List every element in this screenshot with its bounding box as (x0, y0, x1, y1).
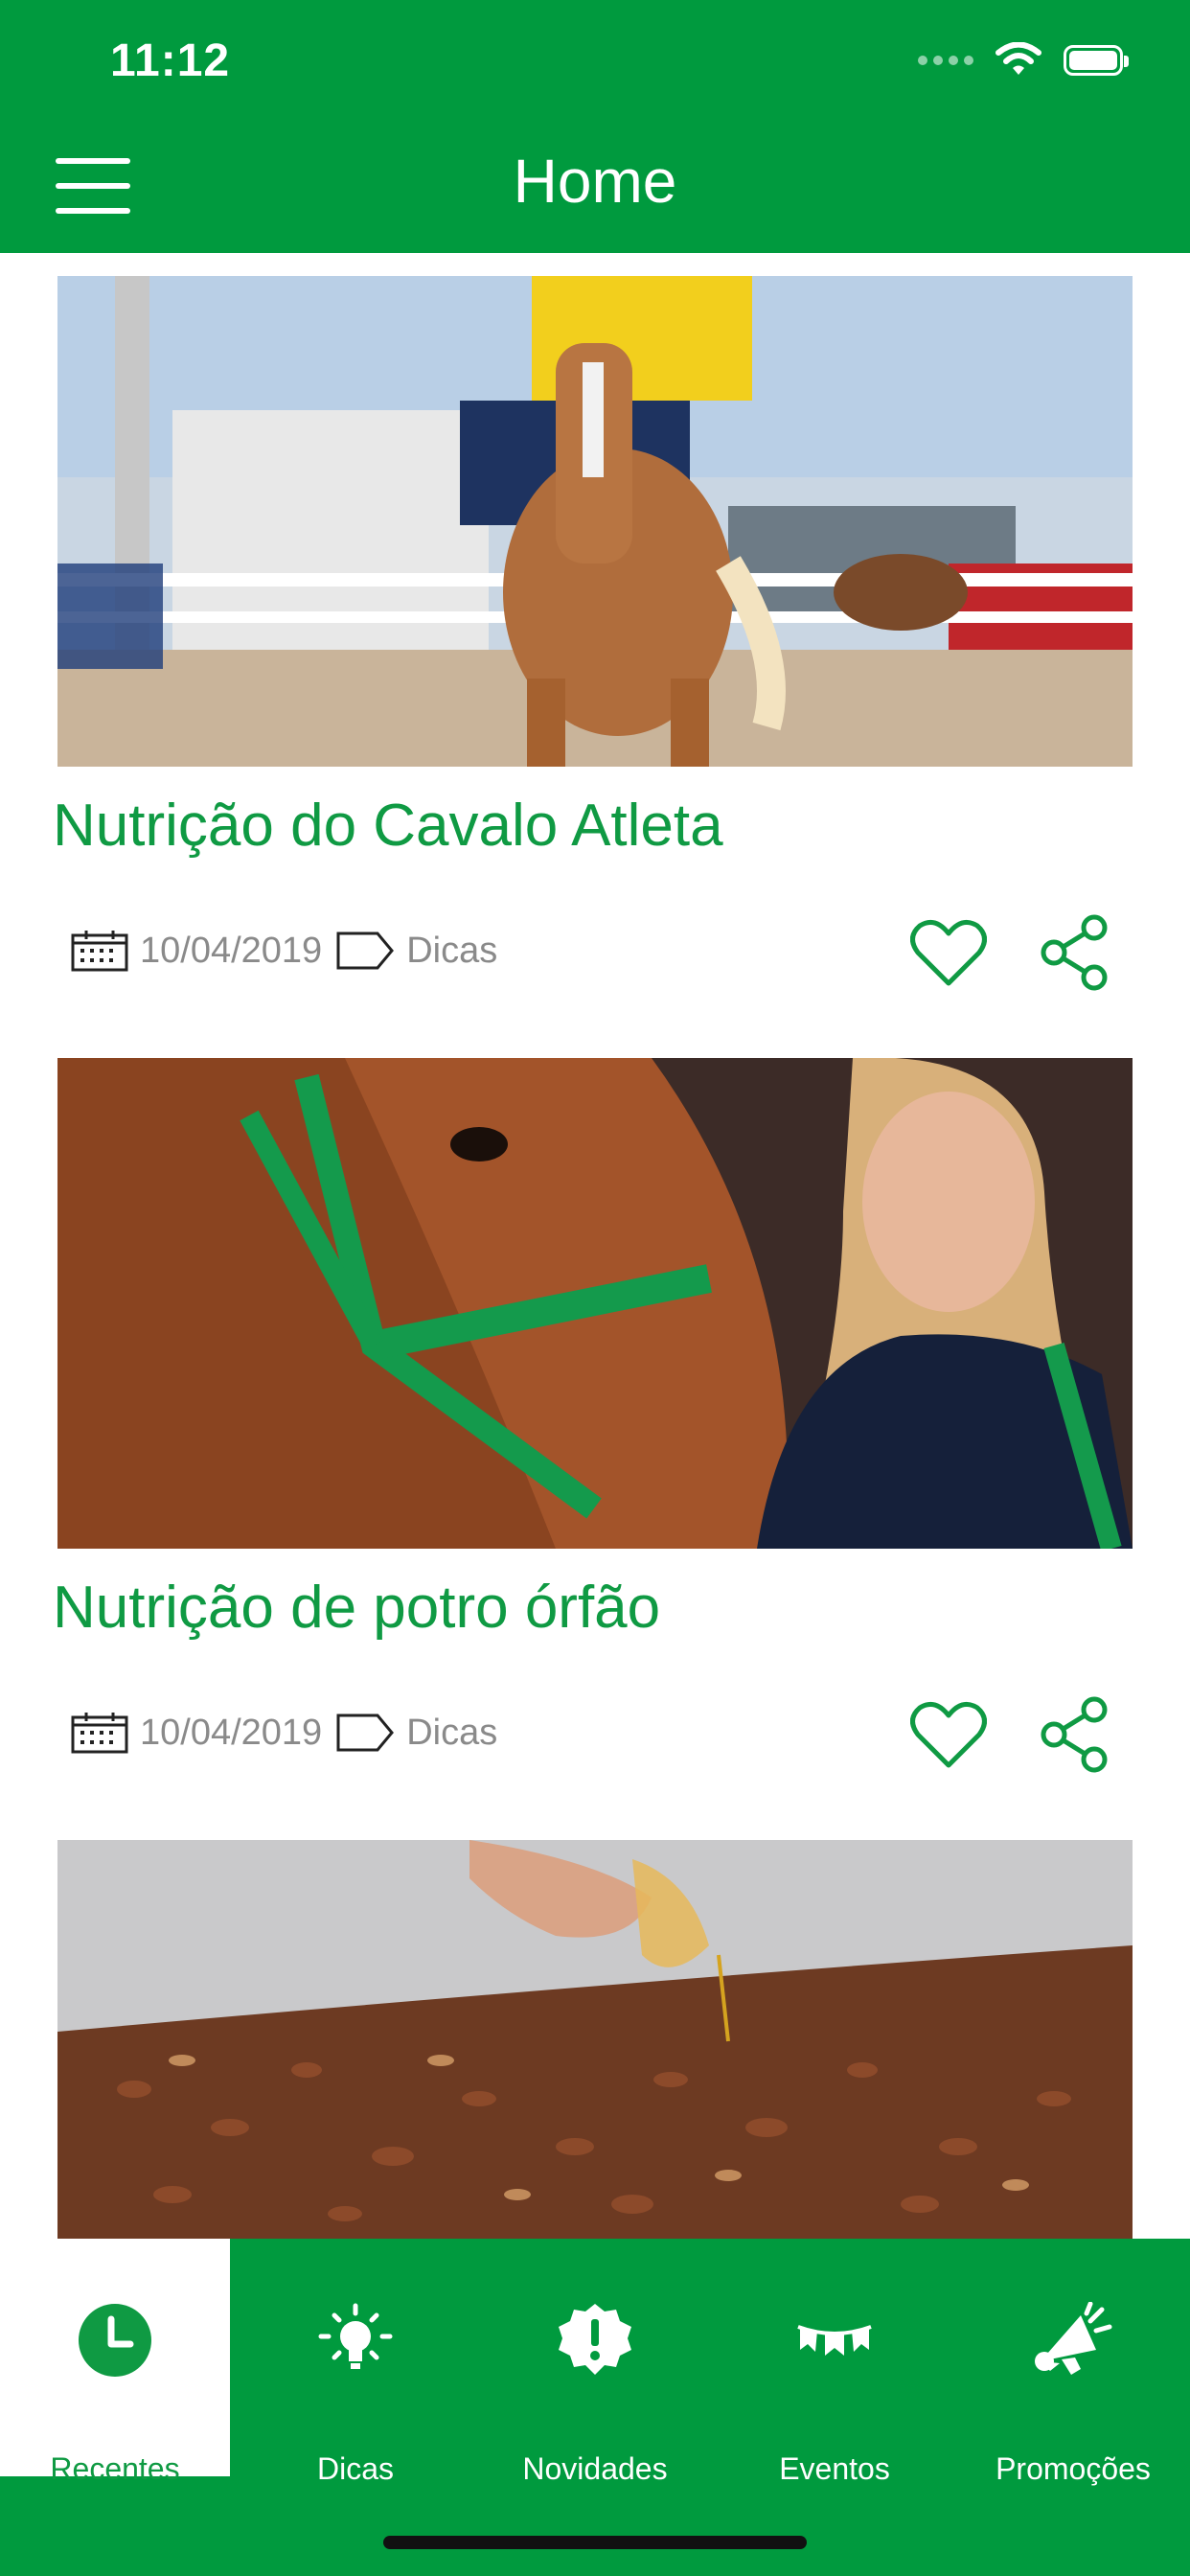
feed-pellets-photo (57, 1840, 1133, 2239)
tab-label: Eventos (779, 2451, 890, 2486)
tab-dicas[interactable]: Dicas (238, 2239, 473, 2486)
post-image-feed-pellets[interactable] (57, 1840, 1133, 2239)
tab-label: Recentes (50, 2451, 180, 2486)
home-indicator[interactable] (383, 2536, 807, 2549)
heart-icon[interactable] (910, 1700, 987, 1769)
bunting-flags-icon (797, 2325, 872, 2356)
tab-label: Novidades (522, 2451, 668, 2486)
tag-icon (336, 1714, 395, 1752)
post-meta: 10/04/2019 Dicas (71, 1712, 497, 1754)
battery-icon (1064, 45, 1129, 76)
post-title[interactable]: Nutrição do Cavalo Atleta (53, 792, 723, 860)
tab-recentes[interactable]: Recentes (0, 2239, 230, 2486)
exclamation-badge-icon (559, 2304, 631, 2375)
cellular-signal-icon (918, 56, 973, 65)
post-meta: 10/04/2019 Dicas (71, 930, 497, 972)
share-icon[interactable] (1039, 1696, 1111, 1773)
horse-woman-photo (57, 1058, 1133, 1549)
horse-rider-photo (57, 276, 1133, 767)
share-icon[interactable] (1039, 914, 1111, 991)
post-image-horse-with-woman[interactable] (57, 1058, 1133, 1549)
post-category[interactable]: Dicas (406, 1713, 497, 1754)
tab-label: Dicas (316, 2451, 394, 2486)
calendar-icon (71, 931, 128, 972)
tab-promocoes[interactable]: Promoções (956, 2239, 1190, 2486)
post-image-rider-on-horse[interactable] (57, 276, 1133, 767)
calendar-icon (71, 1713, 128, 1754)
page-title: Home (513, 147, 677, 216)
bottom-tab-bar: Recentes Dicas Novidades Eventos Promoçõ… (0, 2239, 1190, 2576)
megaphone-icon (1035, 2302, 1112, 2375)
heart-icon[interactable] (910, 918, 987, 987)
tab-novidades[interactable]: Novidades (477, 2239, 713, 2486)
post-date: 10/04/2019 (140, 930, 323, 971)
post-date: 10/04/2019 (140, 1712, 323, 1753)
lightbulb-icon (318, 2303, 393, 2369)
wifi-icon (995, 42, 1041, 75)
post-category[interactable]: Dicas (406, 931, 497, 972)
tab-label: Promoções (995, 2451, 1151, 2486)
status-icons (918, 42, 1129, 79)
post-feed[interactable]: Nutrição do Cavalo Atleta 10/04/2019 Dic… (0, 253, 1190, 2239)
tab-eventos[interactable]: Eventos (717, 2239, 952, 2486)
status-time: 11:12 (110, 35, 231, 86)
top-bar: 11:12 Home (0, 0, 1190, 253)
post-title[interactable]: Nutrição de potro órfão (53, 1574, 660, 1642)
tag-icon (336, 932, 395, 970)
clock-icon (79, 2304, 151, 2377)
